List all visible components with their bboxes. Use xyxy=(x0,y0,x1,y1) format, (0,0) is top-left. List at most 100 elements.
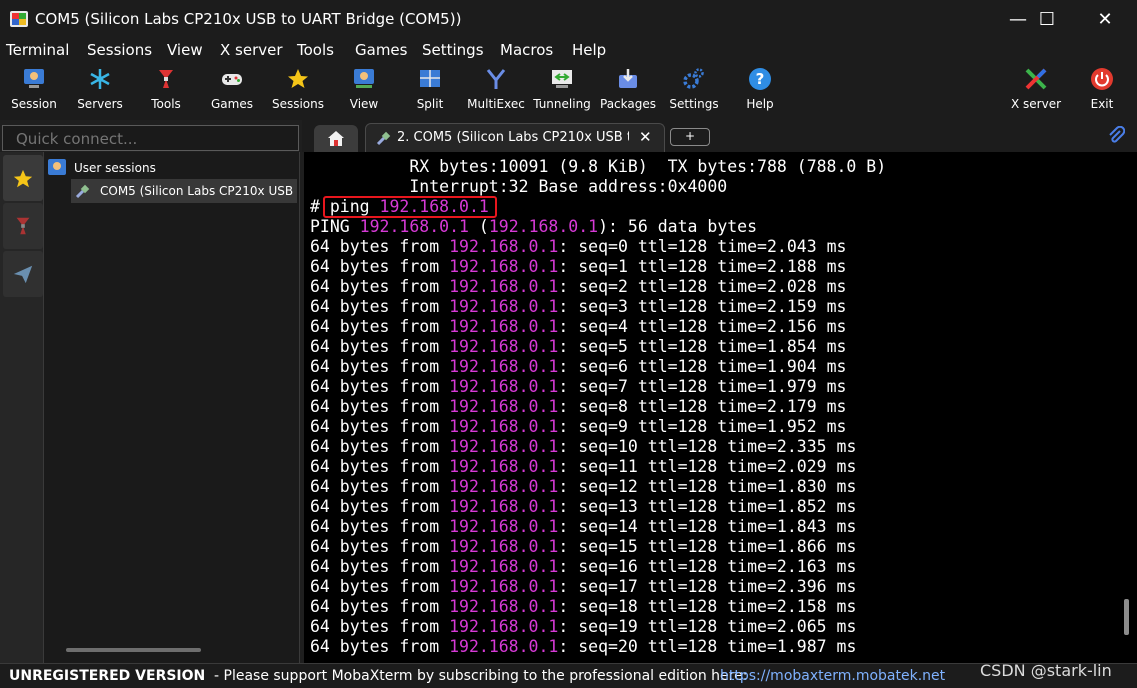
terminal-text: 64 bytes from xyxy=(310,277,450,296)
csdn-watermark: CSDN @stark-lin xyxy=(980,661,1112,680)
toolbar-split-button[interactable]: Split xyxy=(397,64,463,120)
terminal-line: 64 bytes from 192.168.0.1: seq=10 ttl=12… xyxy=(310,437,886,457)
tree-item-label: COM5 (Silicon Labs CP210x USB to UART Br… xyxy=(100,184,295,198)
terminal-text: 64 bytes from xyxy=(310,577,450,596)
sidebar-tools-tab[interactable] xyxy=(3,203,43,249)
ip-address: 192.168.0.1 xyxy=(449,477,559,496)
settings-icon xyxy=(683,68,704,89)
menu-games[interactable]: Games xyxy=(355,41,407,59)
exit-icon xyxy=(1091,68,1113,90)
menu-help[interactable]: Help xyxy=(572,41,606,59)
terminal-text: 64 bytes from xyxy=(310,437,450,456)
session-tree-panel: User sessions COM5 (Silicon Labs CP210x … xyxy=(44,152,300,663)
menu-view[interactable]: View xyxy=(167,41,203,59)
terminal-line: 64 bytes from 192.168.0.1: seq=9 ttl=128… xyxy=(310,417,886,437)
terminal-text: 64 bytes from xyxy=(310,537,450,556)
tree-user-sessions[interactable]: User sessions xyxy=(74,161,156,175)
ip-address: 192.168.0.1 xyxy=(449,237,559,256)
home-tab[interactable] xyxy=(314,125,358,152)
terminal-line: 64 bytes from 192.168.0.1: seq=13 ttl=12… xyxy=(310,497,886,517)
maximize-button[interactable]: ☐ xyxy=(1017,0,1077,38)
tree-item-com5[interactable]: COM5 (Silicon Labs CP210x USB to UART Br… xyxy=(71,179,297,203)
terminal-line: PING 192.168.0.1 (192.168.0.1): 56 data … xyxy=(310,217,886,237)
toolbar-view-button[interactable]: View xyxy=(331,64,397,120)
toolbar-session-button[interactable]: Session xyxy=(1,64,67,120)
terminal-line: 64 bytes from 192.168.0.1: seq=8 ttl=128… xyxy=(310,397,886,417)
terminal-text: : seq=6 ttl=128 time=1.904 ms xyxy=(558,357,847,376)
terminal-line: 64 bytes from 192.168.0.1: seq=19 ttl=12… xyxy=(310,617,886,637)
terminal-text: 64 bytes from xyxy=(310,417,450,436)
terminal-scrollbar[interactable] xyxy=(1124,599,1129,635)
ip-address: 192.168.0.1 xyxy=(449,317,559,336)
home-icon xyxy=(328,131,344,146)
toolbar-tunneling-button[interactable]: Tunneling xyxy=(529,64,595,120)
window-title: COM5 (Silicon Labs CP210x USB to UART Br… xyxy=(35,10,462,28)
title-bar: COM5 (Silicon Labs CP210x USB to UART Br… xyxy=(0,0,1137,38)
menu-bar: Terminal Sessions View X server Tools Ga… xyxy=(0,38,1137,64)
terminal-text: : seq=12 ttl=128 time=1.830 ms xyxy=(558,477,857,496)
terminal-text: Interrupt:32 Base address:0x4000 xyxy=(310,177,728,196)
toolbar-exit-button[interactable]: Exit xyxy=(1069,64,1135,120)
terminal-line: 64 bytes from 192.168.0.1: seq=20 ttl=12… xyxy=(310,637,886,657)
terminal-text: 64 bytes from xyxy=(310,337,450,356)
toolbar-xserver-button[interactable]: X server xyxy=(1003,64,1069,120)
tab-close-icon[interactable]: ✕ xyxy=(639,128,652,146)
terminal-text: : seq=14 ttl=128 time=1.843 ms xyxy=(558,517,857,536)
terminal-output: RX bytes:10091 (9.8 KiB) TX bytes:788 (7… xyxy=(310,157,886,657)
terminal-text: 64 bytes from xyxy=(310,557,450,576)
close-button[interactable]: ✕ xyxy=(1075,0,1135,38)
toolbar-multiexec-button[interactable]: MultiExec xyxy=(463,64,529,120)
toolbar-tools-button[interactable]: Tools xyxy=(133,64,199,120)
terminal-text: : seq=19 ttl=128 time=2.065 ms xyxy=(558,617,857,636)
terminal-text: : seq=15 ttl=128 time=1.866 ms xyxy=(558,537,857,556)
games-icon xyxy=(222,74,242,85)
ip-address: 192.168.0.1 xyxy=(449,497,559,516)
toolbar-packages-button[interactable]: Packages xyxy=(595,64,661,120)
toolbar-servers-button[interactable]: Servers xyxy=(67,64,133,120)
menu-terminal[interactable]: Terminal xyxy=(6,41,69,59)
send-icon xyxy=(13,265,33,284)
menu-x-server[interactable]: X server xyxy=(220,41,283,59)
terminal-text: : seq=5 ttl=128 time=1.854 ms xyxy=(558,337,847,356)
tree-horizontal-scrollbar[interactable] xyxy=(66,648,201,652)
ip-address: 192.168.0.1 xyxy=(449,517,559,536)
menu-macros[interactable]: Macros xyxy=(500,41,553,59)
toolbar-sessions-button[interactable]: Sessions xyxy=(265,64,331,120)
toolbar-settings-button[interactable]: Settings xyxy=(661,64,727,120)
mobaxterm-app-icon xyxy=(10,11,28,27)
menu-settings[interactable]: Settings xyxy=(422,41,484,59)
terminal-line: 64 bytes from 192.168.0.1: seq=1 ttl=128… xyxy=(310,257,886,277)
tab-com5-session[interactable]: 2. COM5 (Silicon Labs CP210x USB to UART… xyxy=(365,123,665,152)
toolbar-games-button[interactable]: Games xyxy=(199,64,265,120)
terminal-line: 64 bytes from 192.168.0.1: seq=3 ttl=128… xyxy=(310,297,886,317)
tab-label: 2. COM5 (Silicon Labs CP210x USB to UART… xyxy=(397,130,629,145)
tools-icon xyxy=(16,217,30,235)
attach-icon[interactable] xyxy=(1107,126,1125,144)
menu-tools[interactable]: Tools xyxy=(297,41,334,59)
terminal-text: 64 bytes from xyxy=(310,597,450,616)
mobaxterm-link[interactable]: https://mobaxterm.mobatek.net xyxy=(720,668,945,684)
packages-icon xyxy=(619,69,637,88)
command-highlight-box xyxy=(323,196,497,218)
sidebar-macros-tab[interactable] xyxy=(3,251,43,297)
session-tab-bar: 2. COM5 (Silicon Labs CP210x USB to UART… xyxy=(302,120,1137,152)
session-icon xyxy=(24,69,44,88)
terminal-line: 64 bytes from 192.168.0.1: seq=16 ttl=12… xyxy=(310,557,886,577)
ip-address: 192.168.0.1 xyxy=(449,577,559,596)
new-tab-button[interactable]: + xyxy=(670,128,710,146)
terminal-panel[interactable]: RX bytes:10091 (9.8 KiB) TX bytes:788 (7… xyxy=(304,152,1137,663)
menu-sessions[interactable]: Sessions xyxy=(87,41,152,59)
quick-connect-input[interactable] xyxy=(2,125,299,151)
svg-text:?: ? xyxy=(756,70,765,88)
sidebar-tab-strip xyxy=(0,152,44,663)
sidebar-sessions-tab[interactable] xyxy=(3,155,43,201)
toolbar-help-button[interactable]: ? Help xyxy=(727,64,793,120)
terminal-line: 64 bytes from 192.168.0.1: seq=18 ttl=12… xyxy=(310,597,886,617)
ip-address: 192.168.0.1 xyxy=(449,637,559,656)
terminal-line: RX bytes:10091 (9.8 KiB) TX bytes:788 (7… xyxy=(310,157,886,177)
split-icon xyxy=(420,70,440,87)
ip-address: 192.168.0.1 xyxy=(449,437,559,456)
help-icon: ? xyxy=(749,68,771,90)
sessions-star-icon xyxy=(288,69,308,88)
ip-address: 192.168.0.1 xyxy=(449,277,559,296)
